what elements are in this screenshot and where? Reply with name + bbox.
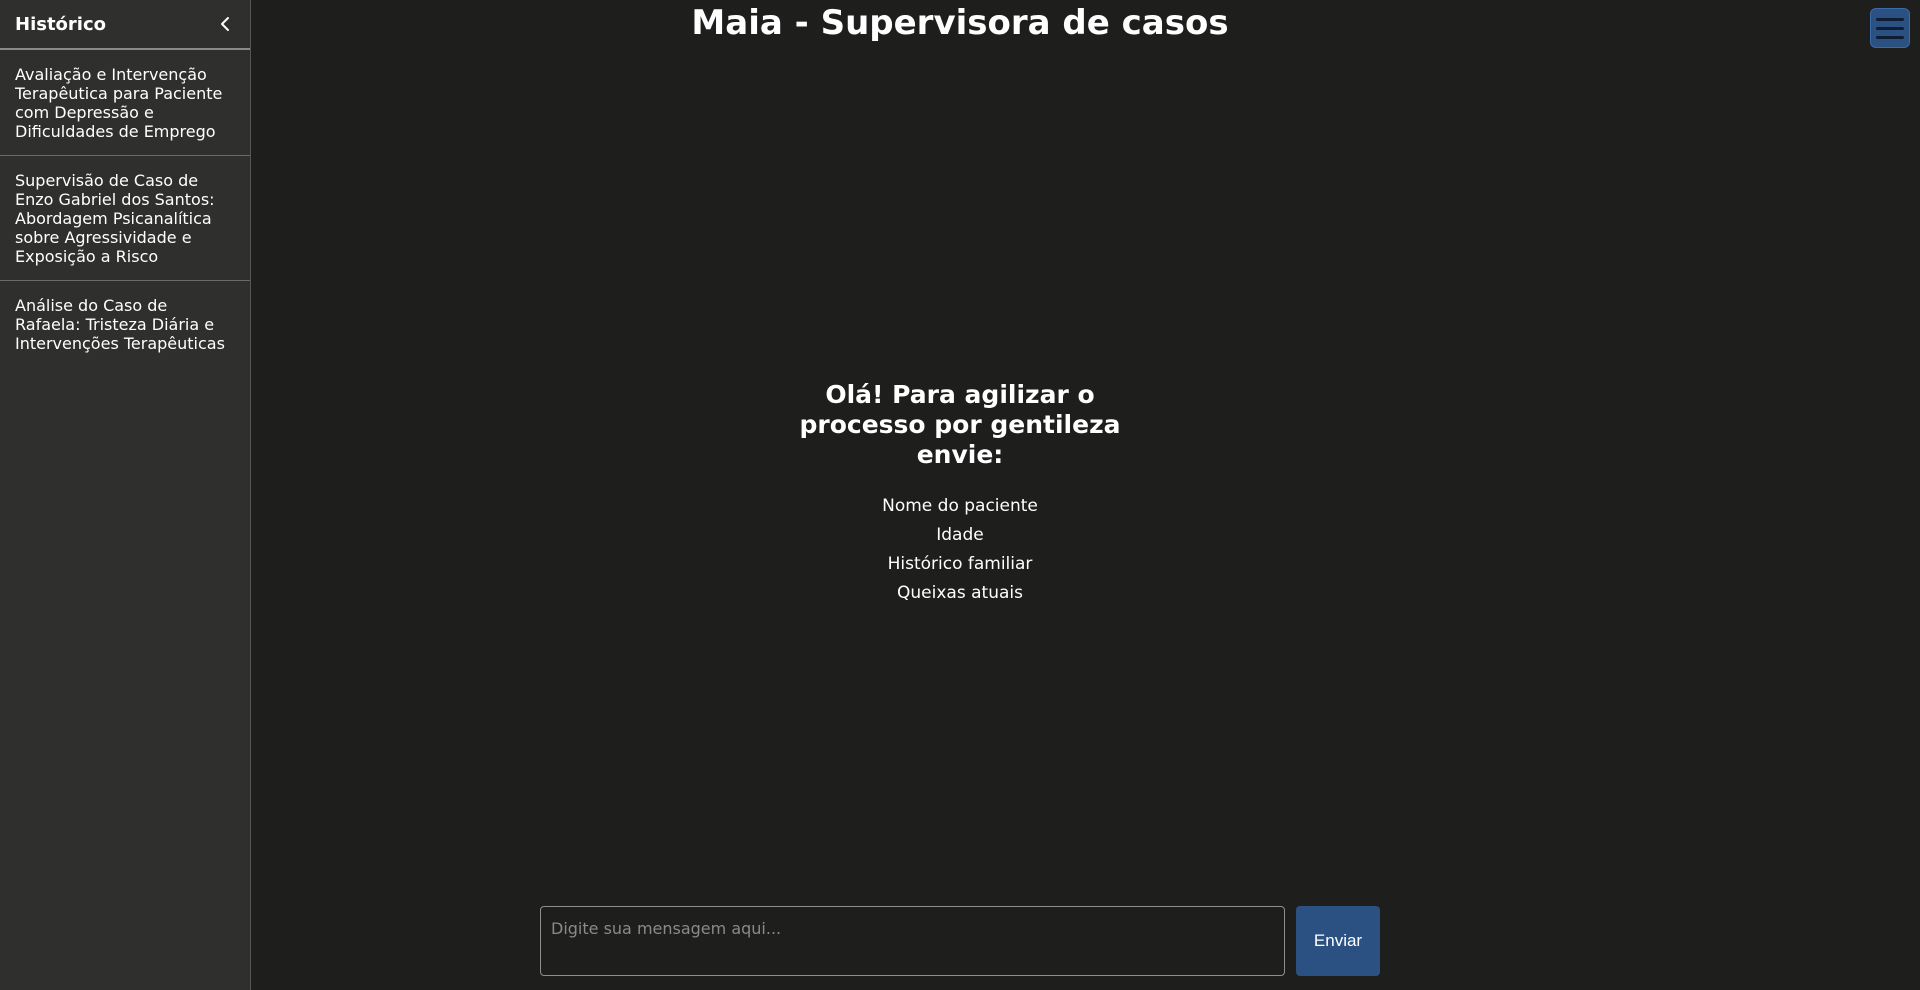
- sidebar-title: Histórico: [15, 13, 107, 35]
- page-title: Maia - Supervisora de casos: [691, 3, 1229, 43]
- message-input[interactable]: [540, 906, 1285, 976]
- collapse-sidebar-button[interactable]: [214, 13, 236, 35]
- chevron-left-icon: [221, 17, 229, 31]
- list-item: Nome do paciente: [882, 496, 1038, 516]
- sidebar-header: Histórico: [0, 0, 250, 50]
- list-item: Queixas atuais: [897, 583, 1023, 603]
- history-item-label: Avaliação e Intervenção Terapêutica para…: [15, 65, 223, 141]
- history-item-rafaela[interactable]: Análise do Caso de Rafaela: Tristeza Diá…: [0, 281, 250, 367]
- menu-button[interactable]: [1870, 8, 1910, 48]
- welcome-message: Olá! Para agilizar o processo por gentil…: [251, 380, 1669, 608]
- chat-main: Maia - Supervisora de casos Olá! Para ag…: [251, 0, 1920, 990]
- history-item-enzo-gabriel[interactable]: Supervisão de Caso de Enzo Gabriel dos S…: [0, 156, 250, 281]
- hamburger-menu-icon: [1876, 26, 1904, 30]
- list-item: Histórico familiar: [887, 554, 1033, 574]
- message-composer: Enviar: [540, 906, 1680, 976]
- sidebar: Histórico Avaliação e Intervenção Terapê…: [0, 0, 251, 990]
- required-info-list: Nome do paciente Idade Histórico familia…: [251, 492, 1669, 608]
- hamburger-menu-icon: [1876, 35, 1904, 39]
- send-button[interactable]: Enviar: [1296, 906, 1380, 976]
- history-item-label: Análise do Caso de Rafaela: Tristeza Diá…: [15, 296, 225, 353]
- history-item-depressao[interactable]: Avaliação e Intervenção Terapêutica para…: [0, 50, 250, 156]
- list-item: Idade: [936, 525, 984, 545]
- hamburger-menu-icon: [1876, 17, 1904, 21]
- welcome-heading: Olá! Para agilizar o processo por gentil…: [799, 380, 1121, 469]
- history-item-label: Supervisão de Caso de Enzo Gabriel dos S…: [15, 171, 215, 266]
